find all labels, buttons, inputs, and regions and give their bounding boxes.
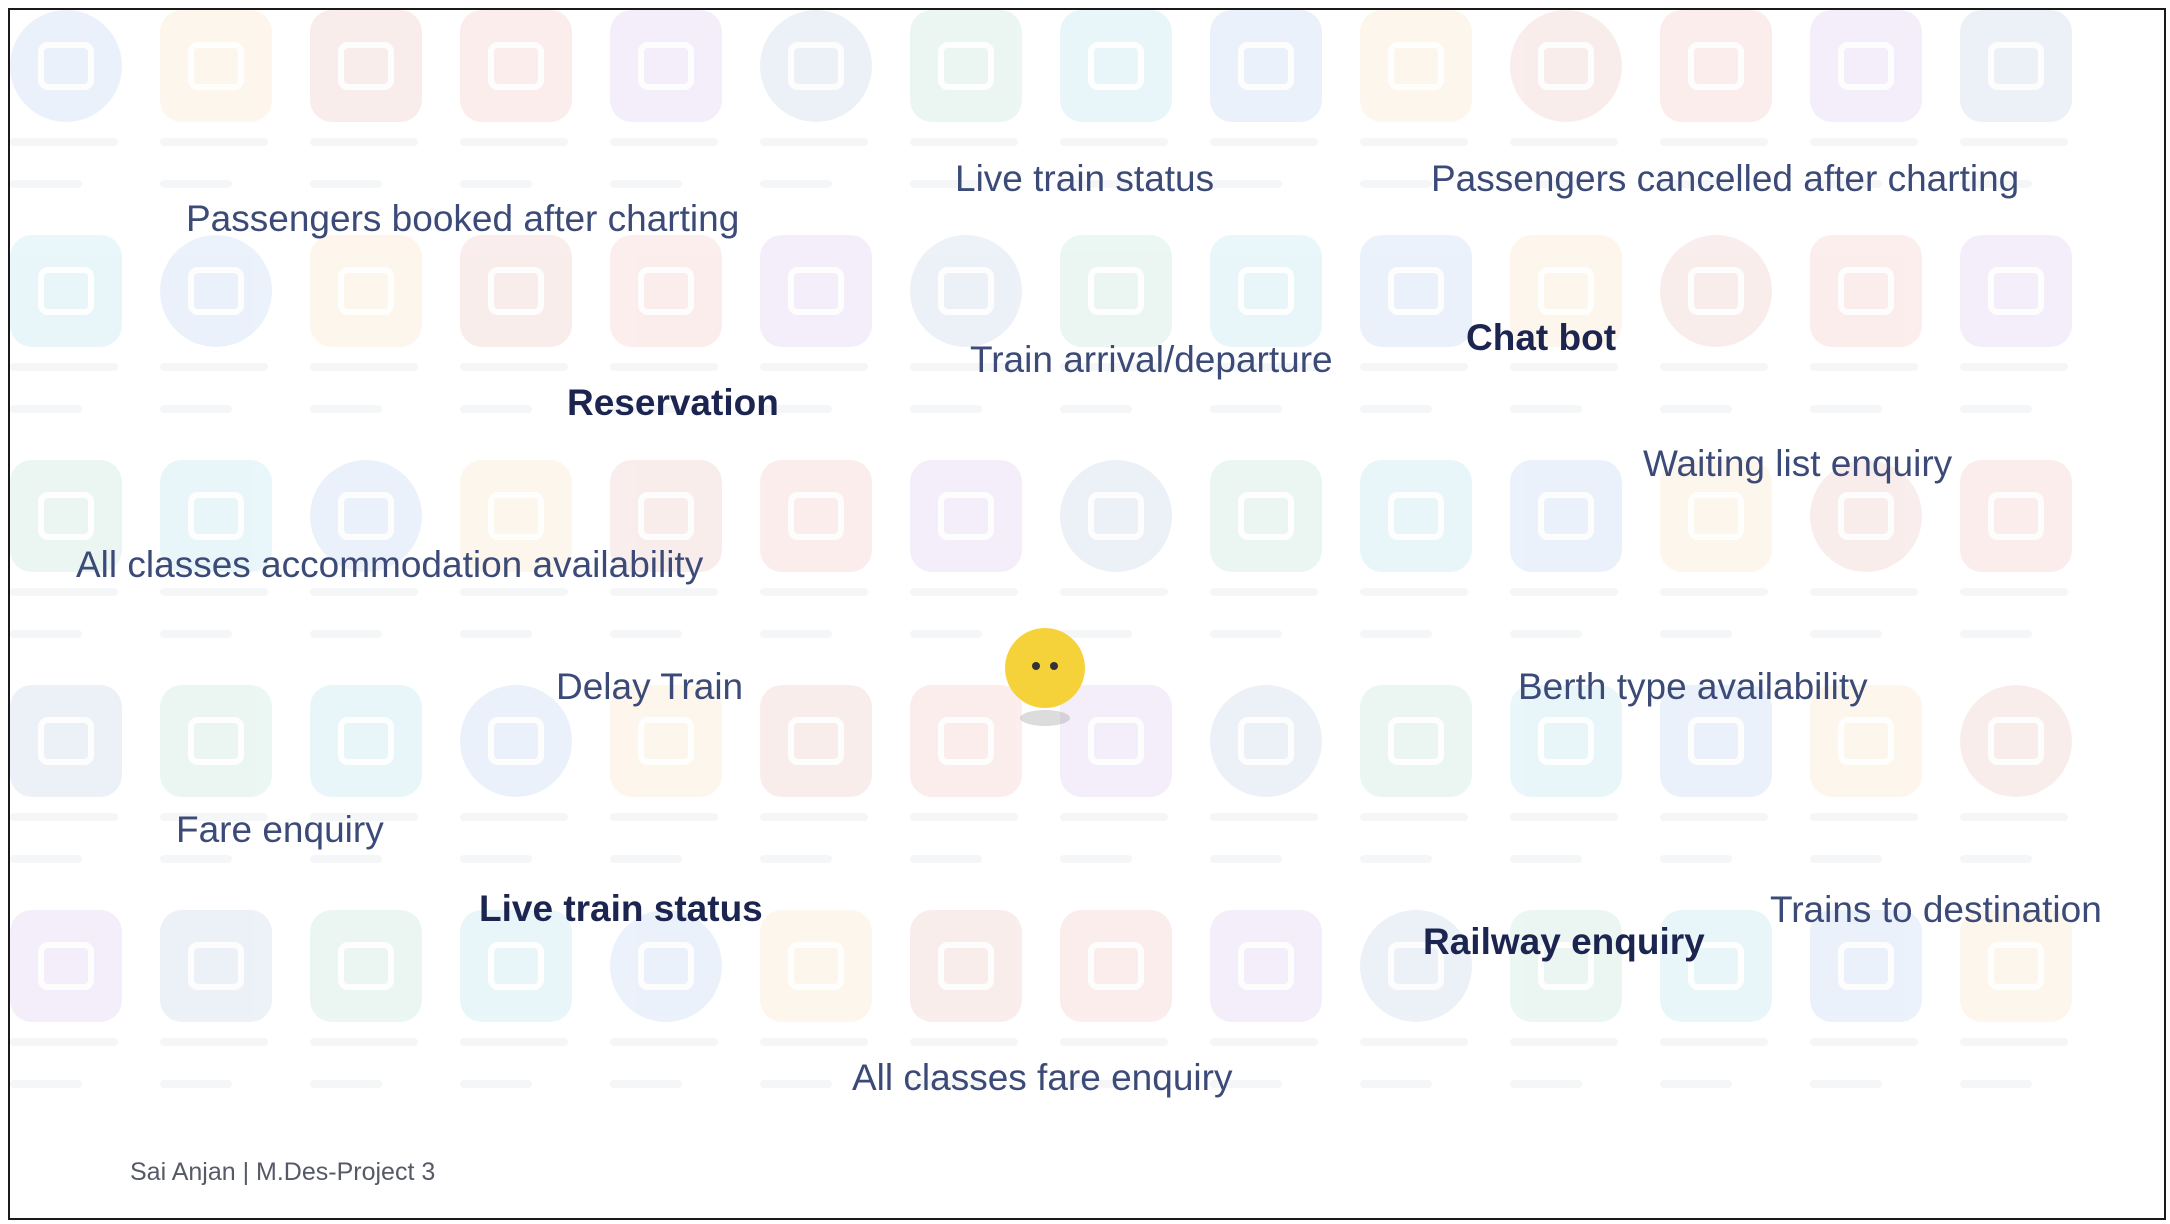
label-berth-type: Berth type availability <box>1518 666 1868 707</box>
slide: Passengers booked after charting Live tr… <box>0 0 2170 1224</box>
footer-credit: Sai Anjan | M.Des-Project 3 <box>130 1158 436 1186</box>
label-railway-enquiry: Railway enquiry <box>1423 921 1705 962</box>
label-waiting-list: Waiting list enquiry <box>1643 443 1953 484</box>
label-passengers-booked: Passengers booked after charting <box>186 198 740 239</box>
label-train-arrival-departure: Train arrival/departure <box>970 339 1333 380</box>
label-chat-bot: Chat bot <box>1466 317 1617 358</box>
label-all-classes-fare: All classes fare enquiry <box>852 1057 1233 1098</box>
label-all-classes-accommodation: All classes accommodation availability <box>76 544 704 585</box>
label-live-train-status-top: Live train status <box>955 158 1215 199</box>
label-fare-enquiry: Fare enquiry <box>176 809 384 850</box>
chatbot-face-icon <box>1005 628 1085 708</box>
label-reservation: Reservation <box>567 382 779 423</box>
label-delay-train: Delay Train <box>556 666 744 707</box>
chatbot-shadow <box>1020 710 1070 726</box>
label-live-train-status-bold: Live train status <box>479 888 763 929</box>
label-trains-to-destination: Trains to destination <box>1770 889 2102 930</box>
label-passengers-cancelled: Passengers cancelled after charting <box>1431 158 2020 199</box>
